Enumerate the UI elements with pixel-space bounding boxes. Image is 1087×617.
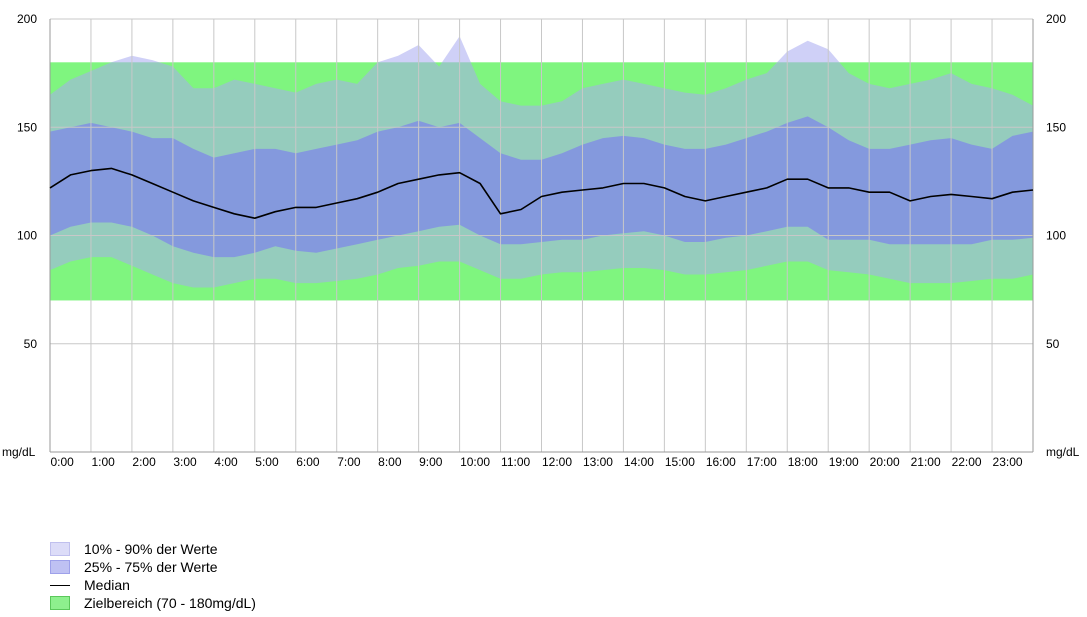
x-tick-label: 1:00: [91, 455, 115, 469]
x-tick-label: 12:00: [542, 455, 572, 469]
legend-label-p10-p90: 10% - 90% der Werte: [84, 541, 218, 557]
legend-item-target: Zielbereich (70 - 180mg/dL): [50, 594, 256, 612]
y-tick-label-left: 50: [24, 337, 38, 351]
x-tick-label: 17:00: [747, 455, 777, 469]
legend-swatch-target: [50, 596, 70, 610]
y-tick-label-left: 200: [17, 12, 37, 26]
legend: 10% - 90% der Werte 25% - 75% der Werte …: [50, 540, 256, 612]
y-unit-label-left: mg/dL: [2, 445, 36, 459]
x-tick-label: 22:00: [952, 455, 982, 469]
x-tick-label: 8:00: [378, 455, 402, 469]
y-tick-label-left: 150: [17, 120, 37, 134]
legend-swatch-p10-p90: [50, 542, 70, 556]
x-tick-label: 4:00: [214, 455, 238, 469]
legend-item-p10-p90: 10% - 90% der Werte: [50, 540, 256, 558]
x-tick-label: 20:00: [870, 455, 900, 469]
y-unit-label-right: mg/dL: [1046, 445, 1080, 459]
y-tick-label-left: 100: [17, 229, 37, 243]
x-tick-label: 13:00: [583, 455, 613, 469]
agp-chart: 200 200 150 150 100 100 50 50 mg/dL mg/dL 0:00 1:00…: [2, 12, 1080, 469]
x-tick-label: 2:00: [132, 455, 156, 469]
x-tick-label: 6:00: [296, 455, 320, 469]
y-tick-label-right: 100: [1046, 229, 1066, 243]
legend-item-median: Median: [50, 576, 256, 594]
legend-label-target: Zielbereich (70 - 180mg/dL): [84, 595, 256, 611]
x-tick-label: 11:00: [501, 455, 530, 469]
x-tick-label: 7:00: [337, 455, 361, 469]
x-tick-label: 10:00: [460, 455, 490, 469]
legend-swatch-p25-p75: [50, 560, 70, 574]
x-tick-label: 16:00: [706, 455, 736, 469]
x-tick-label: 15:00: [665, 455, 695, 469]
x-tick-label: 3:00: [173, 455, 197, 469]
x-tick-label: 19:00: [829, 455, 859, 469]
legend-label-p25-p75: 25% - 75% der Werte: [84, 559, 218, 575]
x-tick-label: 18:00: [788, 455, 818, 469]
y-tick-label-right: 200: [1046, 12, 1066, 26]
y-tick-label-right: 50: [1046, 337, 1060, 351]
x-tick-label: 0:00: [51, 455, 75, 469]
x-tick-label: 9:00: [419, 455, 443, 469]
legend-swatch-median: [50, 584, 70, 586]
x-tick-label: 23:00: [993, 455, 1023, 469]
x-tick-label: 21:00: [911, 455, 941, 469]
legend-label-median: Median: [84, 577, 130, 593]
legend-item-p25-p75: 25% - 75% der Werte: [50, 558, 256, 576]
y-tick-label-right: 150: [1046, 120, 1066, 134]
x-tick-label: 14:00: [624, 455, 654, 469]
x-tick-label: 5:00: [255, 455, 279, 469]
